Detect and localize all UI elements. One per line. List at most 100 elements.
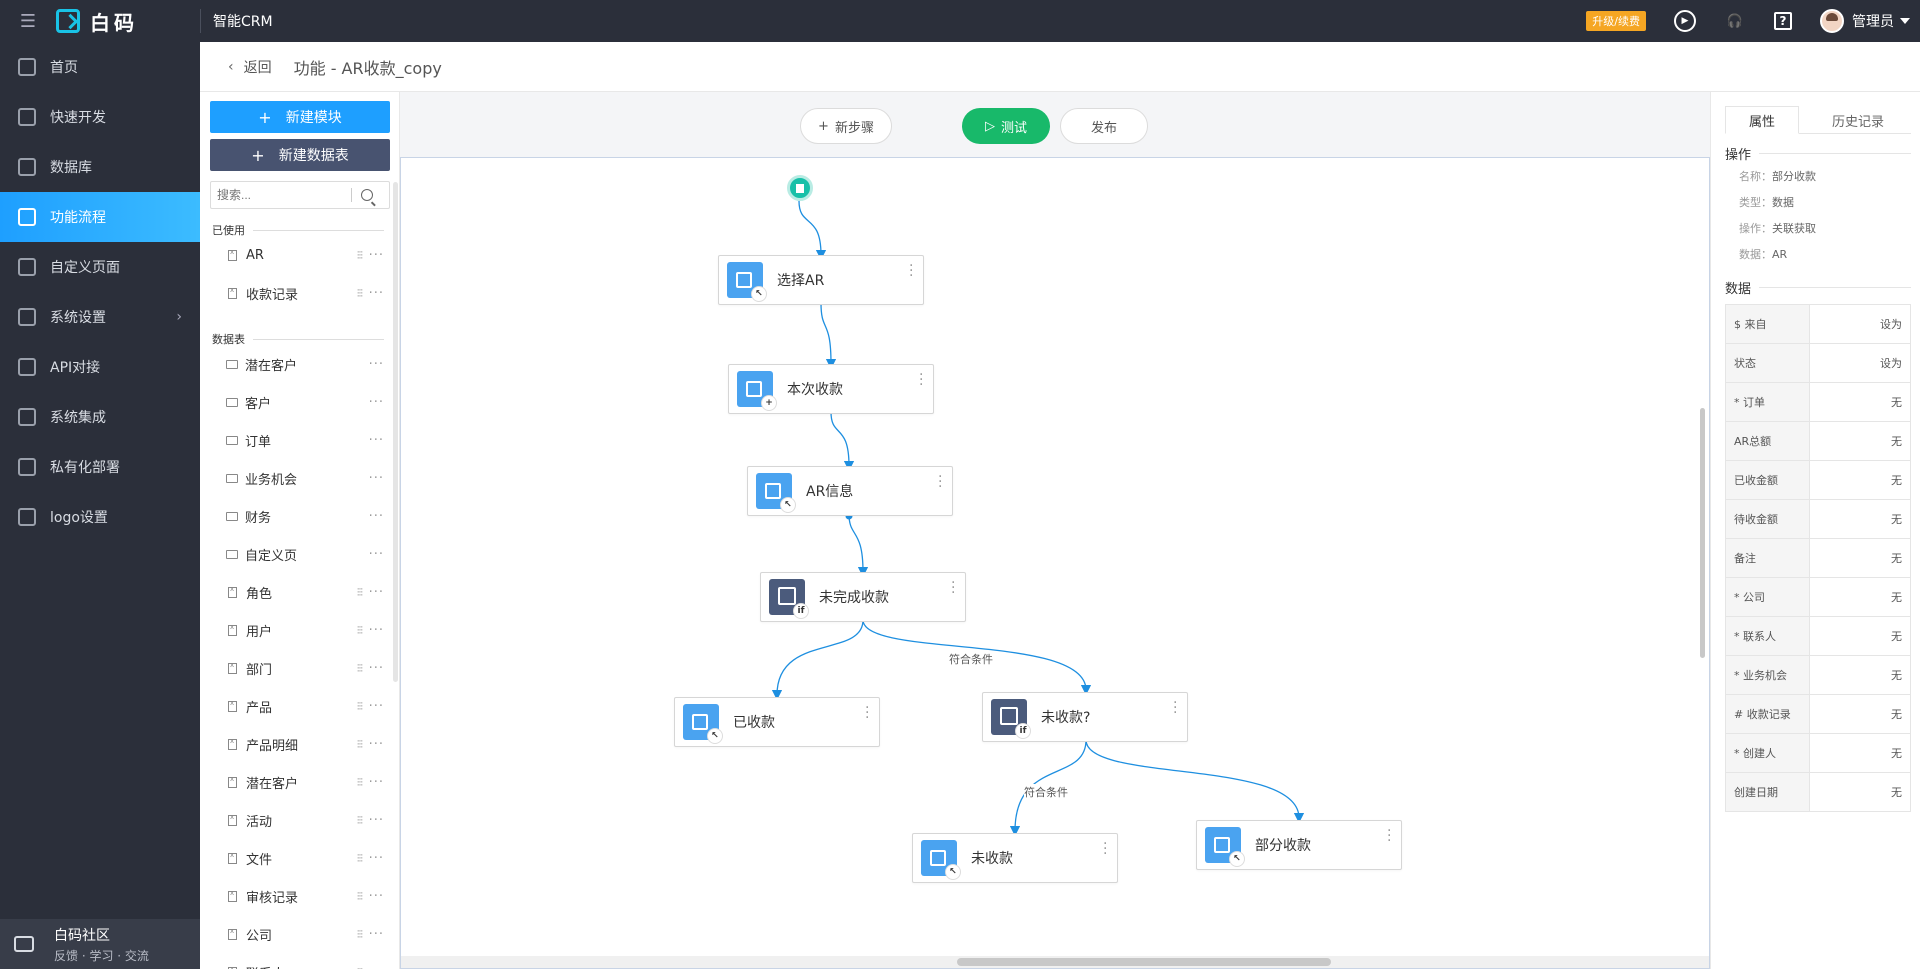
scrollbar[interactable]	[393, 182, 398, 682]
upgrade-button[interactable]: 升级/续费	[1586, 11, 1646, 31]
flow-node-partial-payment[interactable]: ↖ 部分收款 · · ·	[1196, 820, 1402, 870]
sidebar-item-home[interactable]: 首页	[0, 42, 200, 92]
table-item[interactable]: 产品明细 ⫶⫶⫶ ···	[200, 729, 392, 760]
start-flag-icon[interactable]	[787, 175, 813, 201]
more-icon[interactable]: ···	[369, 737, 384, 752]
field-value[interactable]: 无	[1810, 734, 1910, 772]
table-item[interactable]: 活动 ⫶⫶⫶ ···	[200, 805, 392, 836]
table-row[interactable]: * 公司无	[1725, 578, 1911, 617]
field-value[interactable]: 设为	[1810, 305, 1910, 343]
more-icon[interactable]: ···	[1173, 696, 1177, 720]
field-value[interactable]: 无	[1810, 656, 1910, 694]
sliders-icon[interactable]: ⫶⫶⫶	[357, 249, 363, 263]
sidebar-item-api[interactable]: API对接	[0, 342, 200, 392]
publish-button[interactable]: 发布	[1060, 108, 1148, 144]
field-value[interactable]: 无	[1810, 383, 1910, 421]
field-value[interactable]: 无	[1810, 461, 1910, 499]
more-icon[interactable]: ···	[369, 433, 384, 448]
tab-history[interactable]: 历史记录	[1821, 106, 1895, 134]
flow-node-not-received[interactable]: ↖ 未收款 · · ·	[912, 833, 1118, 883]
field-value[interactable]: 无	[1810, 578, 1910, 616]
flow-node-current-payment[interactable]: + 本次收款 · · ·	[728, 364, 934, 414]
table-row[interactable]: $ 来自 设为	[1725, 305, 1911, 344]
table-item[interactable]: 审核记录 ⫶⫶⫶ ···	[200, 881, 392, 912]
table-row[interactable]: 状态 设为	[1725, 344, 1911, 383]
table-item[interactable]: 角色 ⫶⫶⫶ ···	[200, 577, 392, 608]
list-item[interactable]: AR ⫶⫶⫶ ···	[200, 240, 392, 271]
chevron-down-icon[interactable]	[1900, 18, 1910, 24]
new-table-button[interactable]: + 新建数据表	[210, 139, 390, 171]
flow-node-select-ar[interactable]: ↖ 选择AR · · ·	[718, 255, 924, 305]
table-row[interactable]: 待收金额无	[1725, 500, 1911, 539]
sliders-icon[interactable]: ⫶⫶⫶	[357, 776, 363, 790]
sliders-icon[interactable]: ⫶⫶⫶	[357, 852, 363, 866]
menu-toggle-icon[interactable]: ☰	[0, 0, 56, 42]
sidebar-item-logo[interactable]: logo设置	[0, 492, 200, 542]
table-item[interactable]: 公司 ⫶⫶⫶ ···	[200, 919, 392, 950]
more-icon[interactable]: ···	[369, 699, 384, 714]
more-icon[interactable]: ···	[369, 813, 384, 828]
folder-item[interactable]: 自定义页 ···	[200, 539, 392, 570]
more-icon[interactable]: ···	[909, 259, 913, 283]
sidebar-item-settings[interactable]: 系统设置 ›	[0, 292, 200, 342]
more-icon[interactable]: ···	[369, 927, 384, 942]
more-icon[interactable]: ···	[1103, 837, 1107, 861]
headset-icon[interactable]: 🎧	[1724, 10, 1746, 32]
more-icon[interactable]: ···	[369, 851, 384, 866]
sidebar-item-custom-page[interactable]: 自定义页面	[0, 242, 200, 292]
flow-node-incomplete-payment[interactable]: if 未完成收款 · · ·	[760, 572, 966, 622]
more-icon[interactable]: ···	[938, 470, 942, 494]
more-icon[interactable]: ···	[369, 889, 384, 904]
table-item[interactable]: 文件 ⫶⫶⫶ ···	[200, 843, 392, 874]
table-row[interactable]: 备注无	[1725, 539, 1911, 578]
field-value[interactable]: 无	[1810, 422, 1910, 460]
chevron-left-icon[interactable]: ‹	[228, 59, 234, 75]
table-row[interactable]: * 联系人无	[1725, 617, 1911, 656]
sliders-icon[interactable]: ⫶⫶⫶	[357, 738, 363, 752]
search-input[interactable]	[211, 183, 351, 207]
field-value[interactable]: 无	[1810, 617, 1910, 655]
help-icon[interactable]: ?	[1774, 12, 1792, 30]
tab-properties[interactable]: 属性	[1725, 106, 1799, 134]
field-value[interactable]: 无	[1810, 695, 1910, 733]
folder-item[interactable]: 客户 ···	[200, 387, 392, 418]
table-row[interactable]: 创建日期无	[1725, 773, 1911, 812]
more-icon[interactable]: ···	[369, 965, 384, 969]
sidebar-item-integration[interactable]: 系统集成	[0, 392, 200, 442]
table-item[interactable]: 部门 ⫶⫶⫶ ···	[200, 653, 392, 684]
sliders-icon[interactable]: ⫶⫶⫶	[357, 966, 363, 969]
avatar[interactable]	[1820, 9, 1844, 33]
more-icon[interactable]: ···	[369, 547, 384, 562]
field-value[interactable]: 无	[1810, 500, 1910, 538]
table-item[interactable]: 联系人 ⫶⫶⫶ ···	[200, 957, 392, 969]
sliders-icon[interactable]: ⫶⫶⫶	[357, 700, 363, 714]
more-icon[interactable]: ···	[1387, 824, 1391, 848]
folder-item[interactable]: 订单 ···	[200, 425, 392, 456]
new-step-button[interactable]: + 新步骤	[800, 108, 892, 144]
table-item[interactable]: 用户 ⫶⫶⫶ ···	[200, 615, 392, 646]
flow-canvas[interactable]: ↖ 选择AR · · · + 本次收款 · · · ↖ AR信息 · · · if 未完成收…	[400, 157, 1710, 969]
more-icon[interactable]: ···	[369, 395, 384, 410]
more-icon[interactable]: ···	[369, 661, 384, 676]
vertical-scrollbar[interactable]	[1700, 408, 1705, 658]
more-icon[interactable]: ···	[369, 623, 384, 638]
table-row[interactable]: * 创建人无	[1725, 734, 1911, 773]
more-icon[interactable]: ···	[369, 286, 384, 301]
field-value[interactable]: 无	[1810, 773, 1910, 811]
list-item[interactable]: 收款记录 ⫶⫶⫶ ···	[200, 278, 392, 309]
table-row[interactable]: # 收款记录无	[1725, 695, 1911, 734]
play-icon[interactable]: ▶	[1674, 10, 1696, 32]
sliders-icon[interactable]: ⫶⫶⫶	[357, 928, 363, 942]
more-icon[interactable]: ···	[951, 576, 955, 600]
more-icon[interactable]: ···	[919, 368, 923, 392]
more-icon[interactable]: ···	[865, 701, 869, 725]
new-module-button[interactable]: + 新建模块	[210, 101, 390, 133]
more-icon[interactable]: ···	[369, 509, 384, 524]
search-icon[interactable]	[361, 189, 373, 201]
flow-node-ar-info[interactable]: ↖ AR信息 · · ·	[747, 466, 953, 516]
sliders-icon[interactable]: ⫶⫶⫶	[357, 287, 363, 301]
flow-node-received[interactable]: ↖ 已收款 · · ·	[674, 697, 880, 747]
test-button[interactable]: ▷ 测试	[962, 108, 1050, 144]
sliders-icon[interactable]: ⫶⫶⫶	[357, 662, 363, 676]
table-row[interactable]: * 订单无	[1725, 383, 1911, 422]
